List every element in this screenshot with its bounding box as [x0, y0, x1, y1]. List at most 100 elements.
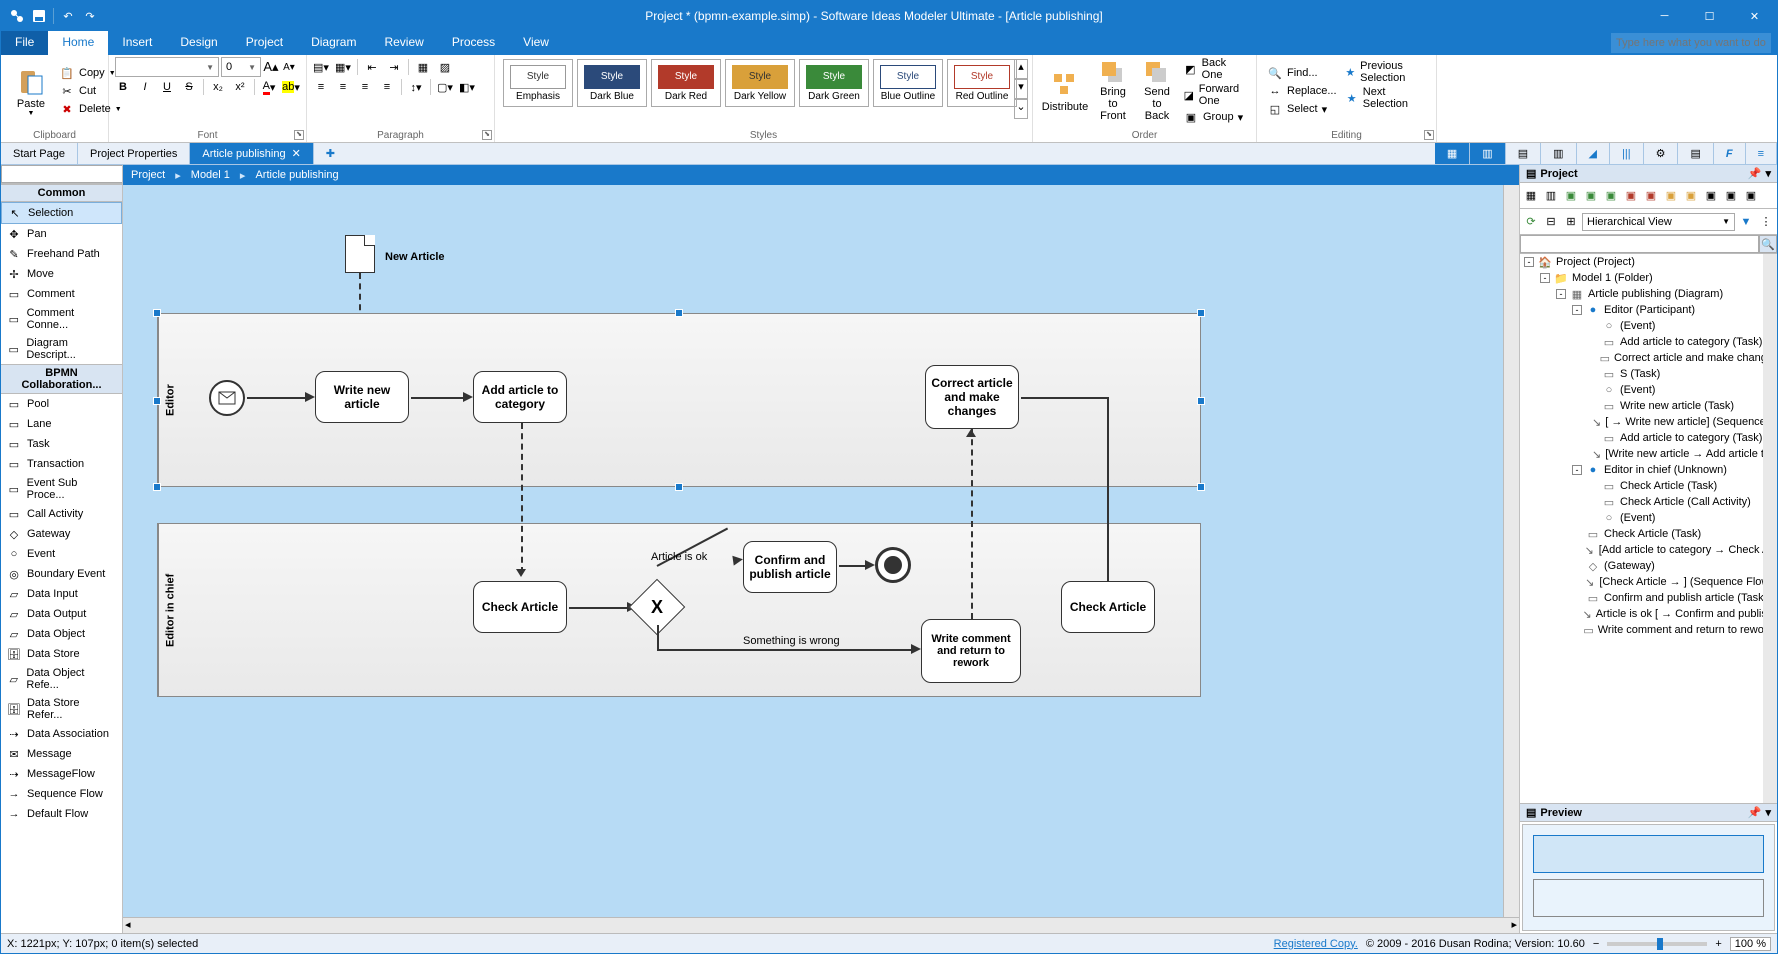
panel-toggle-10[interactable]: ≡ — [1746, 143, 1777, 164]
tool-pool[interactable]: ▭Pool — [1, 394, 122, 414]
task-write-new[interactable]: Write new article — [315, 371, 409, 423]
align-center-icon[interactable]: ≡ — [335, 79, 351, 95]
tool-lane[interactable]: ▭Lane — [1, 414, 122, 434]
task-correct[interactable]: Correct article and make changes — [925, 365, 1019, 429]
tb-icon-3[interactable]: ▣ — [1562, 187, 1580, 205]
toolbox-search[interactable] — [1, 165, 123, 183]
shrink-font-icon[interactable]: A▾ — [281, 59, 297, 75]
bring-front-button[interactable]: Bring to Front — [1091, 57, 1135, 125]
tree-toggle[interactable]: - — [1572, 465, 1582, 475]
line-spacing-icon[interactable]: ↕▾ — [408, 79, 424, 95]
italic-icon[interactable]: I — [137, 79, 153, 95]
editing-dialog-launcher[interactable]: ⬊ — [1424, 130, 1434, 140]
canvas-scroll-horizontal[interactable]: ◂▸ — [123, 917, 1519, 933]
tool-move[interactable]: ✢Move — [1, 264, 122, 284]
superscript-icon[interactable]: x² — [232, 79, 248, 95]
toolbox-bpmn-header[interactable]: BPMN Collaboration... — [1, 364, 122, 394]
toolbox-common-header[interactable]: Common — [1, 184, 122, 202]
panel-toggle-9[interactable]: F — [1714, 143, 1746, 164]
task-confirm[interactable]: Confirm and publish article — [743, 541, 837, 593]
tb-icon-9[interactable]: ▣ — [1682, 187, 1700, 205]
status-registered[interactable]: Registered Copy. — [1274, 938, 1358, 950]
next-selection-button[interactable]: ★Next Selection — [1341, 85, 1430, 111]
panel-toggle-6[interactable]: ||| — [1610, 143, 1644, 164]
tool-comment-conne-[interactable]: ▭Comment Conne... — [1, 304, 122, 334]
tree-item[interactable]: ▭Check Article (Task) — [1520, 478, 1777, 494]
tb-icon-6[interactable]: ▣ — [1622, 187, 1640, 205]
back-one-button[interactable]: ◩Back One — [1179, 56, 1250, 82]
tb-icon-7[interactable]: ▣ — [1642, 187, 1660, 205]
tree-item[interactable]: ▭Write new article (Task) — [1520, 398, 1777, 414]
tree-item[interactable]: ▭Correct article and make change — [1520, 350, 1777, 366]
tool-data-input[interactable]: ▱Data Input — [1, 584, 122, 604]
menu-view[interactable]: View — [509, 31, 563, 55]
tool-data-store[interactable]: 🗄Data Store — [1, 644, 122, 664]
breadcrumb-project[interactable]: Project — [131, 169, 165, 181]
tool-comment[interactable]: ▭Comment — [1, 284, 122, 304]
message-flow-1[interactable] — [521, 423, 523, 573]
tree-item[interactable]: -●Editor (Participant) — [1520, 302, 1777, 318]
task-rework[interactable]: Write comment and return to rework — [921, 619, 1021, 683]
preview-menu-icon[interactable]: ▾ — [1765, 806, 1771, 819]
highlight-icon[interactable]: ab▾ — [283, 79, 299, 95]
tool-data-object[interactable]: ▱Data Object — [1, 624, 122, 644]
tree-item[interactable]: -🏠Project (Project) — [1520, 254, 1777, 270]
tell-me-search[interactable] — [1611, 33, 1771, 53]
panel-toggle-4[interactable]: ▥ — [1541, 143, 1576, 164]
tool-event[interactable]: ○Event — [1, 544, 122, 564]
menu-home[interactable]: Home — [48, 31, 108, 55]
panel-toggle-2[interactable]: ▥ — [1470, 143, 1505, 164]
zoom-slider[interactable] — [1607, 942, 1707, 946]
borders-icon[interactable]: ▢▾ — [437, 79, 453, 95]
preview-pin2-icon[interactable]: 📌 — [1748, 806, 1762, 819]
tb-icon-8[interactable]: ▣ — [1662, 187, 1680, 205]
style-dark-green[interactable]: StyleDark Green — [799, 59, 869, 107]
tool-call-activity[interactable]: ▭Call Activity — [1, 504, 122, 524]
tree-toggle[interactable]: - — [1572, 305, 1582, 315]
panel-pin-icon[interactable]: 📌 — [1748, 167, 1762, 180]
style-dark-yellow[interactable]: StyleDark Yellow — [725, 59, 795, 107]
tree-toggle[interactable]: - — [1540, 273, 1550, 283]
tree-item[interactable]: -●Editor in chief (Unknown) — [1520, 462, 1777, 478]
find-button[interactable]: 🔍Find... — [1263, 64, 1341, 82]
font-dialog-launcher[interactable]: ⬊ — [294, 130, 304, 140]
tree-item[interactable]: ▭Write comment and return to rework — [1520, 622, 1777, 638]
tree-item[interactable]: ○(Event) — [1520, 510, 1777, 526]
grow-font-icon[interactable]: A▴ — [263, 59, 279, 75]
menu-diagram[interactable]: Diagram — [297, 31, 370, 55]
replace-button[interactable]: ↔Replace... — [1263, 82, 1341, 100]
tree-item[interactable]: ○(Event) — [1520, 318, 1777, 334]
fill-icon[interactable]: ◧▾ — [459, 79, 475, 95]
panel-toggle-5[interactable]: ◢ — [1577, 143, 1610, 164]
tb-icon-1[interactable]: ▦ — [1522, 187, 1540, 205]
tb-icon-4[interactable]: ▣ — [1582, 187, 1600, 205]
tree-item[interactable]: ○(Event) — [1520, 382, 1777, 398]
start-event[interactable] — [209, 380, 245, 416]
border-icon[interactable]: ▦ — [415, 59, 431, 75]
message-flow-2[interactable] — [971, 429, 973, 619]
tree-item[interactable]: ▭Add article to category (Task) — [1520, 430, 1777, 446]
font-size-combo[interactable]: 0▼ — [221, 57, 261, 77]
tree-item[interactable]: ↘[Add article to category → Check Ar — [1520, 542, 1777, 558]
tool-data-object-refe-[interactable]: ▱Data Object Refe... — [1, 664, 122, 694]
redo-icon[interactable]: ↷ — [82, 8, 98, 24]
tree-item[interactable]: ▭Check Article (Task) — [1520, 526, 1777, 542]
styles-scroll-down[interactable]: ▾ — [1014, 79, 1028, 99]
tb-icon-2[interactable]: ▥ — [1542, 187, 1560, 205]
tool-data-store-refer-[interactable]: 🗄Data Store Refer... — [1, 694, 122, 724]
menu-process[interactable]: Process — [438, 31, 509, 55]
tb2-collapse-icon[interactable]: ⊟ — [1542, 213, 1560, 231]
tab-start-page[interactable]: Start Page — [1, 143, 78, 164]
canvas-scroll-vertical[interactable] — [1503, 185, 1519, 917]
panel-toggle-7[interactable]: ⚙ — [1644, 143, 1679, 164]
tool-sequence-flow[interactable]: →Sequence Flow — [1, 784, 122, 804]
tool-messageflow[interactable]: ⇢MessageFlow — [1, 764, 122, 784]
tool-selection[interactable]: ↖Selection — [1, 202, 122, 224]
style-red-outline[interactable]: StyleRed Outline — [947, 59, 1017, 107]
task-check-1[interactable]: Check Article — [473, 581, 567, 633]
tab-close-icon[interactable]: ✕ — [292, 147, 301, 160]
zoom-out-button[interactable]: − — [1593, 938, 1599, 950]
menu-design[interactable]: Design — [166, 31, 231, 55]
paragraph-dialog-launcher[interactable]: ⬊ — [482, 130, 492, 140]
tb-icon-12[interactable]: ▣ — [1742, 187, 1760, 205]
